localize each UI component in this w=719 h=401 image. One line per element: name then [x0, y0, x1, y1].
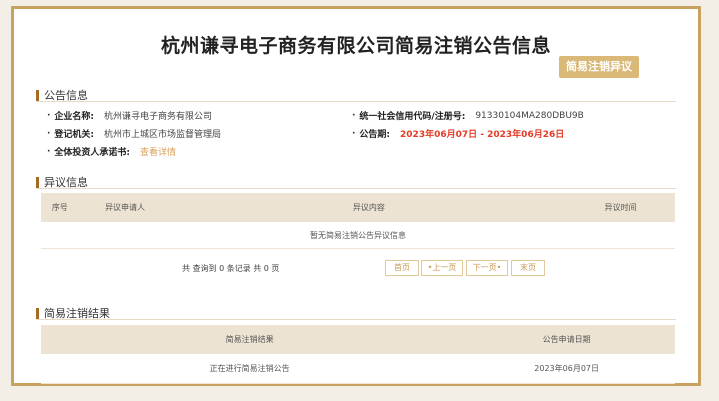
section-marker	[36, 176, 39, 188]
section-marker	[36, 307, 39, 319]
result-cell: 正在进行简易注销公告	[41, 354, 459, 384]
credit-label: 统一社会信用代码/注册号:	[359, 112, 466, 122]
last-page-button[interactable]: 末页	[511, 260, 545, 276]
section-marker	[36, 89, 39, 101]
divider	[36, 188, 676, 189]
table-header-row: 简易注销结果 公告申请日期	[41, 325, 675, 354]
objection-table: 序号 异议申请人 异议内容 异议时间 暂无简易注销公告异议信息	[41, 193, 675, 249]
pledge-row: · 全体投资人承诺书: 查看详情	[47, 145, 177, 159]
column-header: 序号	[41, 193, 79, 222]
result-table: 简易注销结果 公告申请日期 正在进行简易注销公告 2023年06月07日	[41, 325, 675, 384]
authority-row: · 登记机关: 杭州市上城区市场监督管理局	[47, 128, 222, 141]
company-row: · 企业名称: 杭州谦寻电子商务有限公司	[47, 110, 213, 123]
pledge-detail-link[interactable]: 查看详情	[140, 145, 176, 158]
next-page-button[interactable]: 下一页•	[466, 260, 508, 276]
credit-row: · 统一社会信用代码/注册号: 91330104MA280DBU9B	[352, 110, 584, 123]
objection-button[interactable]: 简易注销异议	[559, 56, 639, 78]
company-label: 企业名称:	[54, 112, 95, 122]
authority-label: 登记机关:	[54, 130, 95, 140]
column-header: 异议申请人	[78, 193, 172, 222]
column-header: 公告申请日期	[458, 325, 675, 354]
company-value: 杭州谦寻电子商务有限公司	[104, 112, 213, 122]
credit-value: 91330104MA280DBU9B	[475, 110, 584, 121]
date-cell: 2023年06月07日	[458, 354, 675, 384]
period-label: 公告期:	[359, 130, 391, 140]
divider	[36, 101, 676, 102]
column-header: 简易注销结果	[41, 325, 459, 354]
table-header-row: 序号 异议申请人 异议内容 异议时间	[41, 193, 675, 222]
page-title: 杭州谦寻电子商务有限公司简易注销公告信息	[160, 35, 551, 57]
record-count: 共 查询到 0 条记录 共 0 页	[182, 264, 280, 273]
divider	[36, 319, 676, 320]
pledge-label: 全体投资人承诺书:	[54, 148, 131, 158]
pagination: 共 查询到 0 条记录 共 0 页 首页 •上一页 下一页• 末页	[14, 260, 698, 276]
table-row: 正在进行简易注销公告 2023年06月07日	[41, 354, 675, 384]
column-header: 异议时间	[566, 193, 675, 222]
first-page-button[interactable]: 首页	[385, 260, 419, 276]
prev-page-button[interactable]: •上一页	[421, 260, 463, 276]
period-value: 2023年06月07日 - 2023年06月26日	[400, 130, 565, 140]
empty-message: 暂无简易注销公告异议信息	[41, 222, 675, 249]
column-header: 异议内容	[171, 193, 567, 222]
authority-value: 杭州市上城区市场监督管理局	[104, 130, 222, 140]
notice-frame: 杭州谦寻电子商务有限公司简易注销公告信息 简易注销异议 公告信息 · 企业名称:…	[11, 6, 701, 386]
period-row: · 公告期: 2023年06月07日 - 2023年06月26日	[352, 128, 565, 141]
table-row: 暂无简易注销公告异议信息	[41, 222, 675, 249]
